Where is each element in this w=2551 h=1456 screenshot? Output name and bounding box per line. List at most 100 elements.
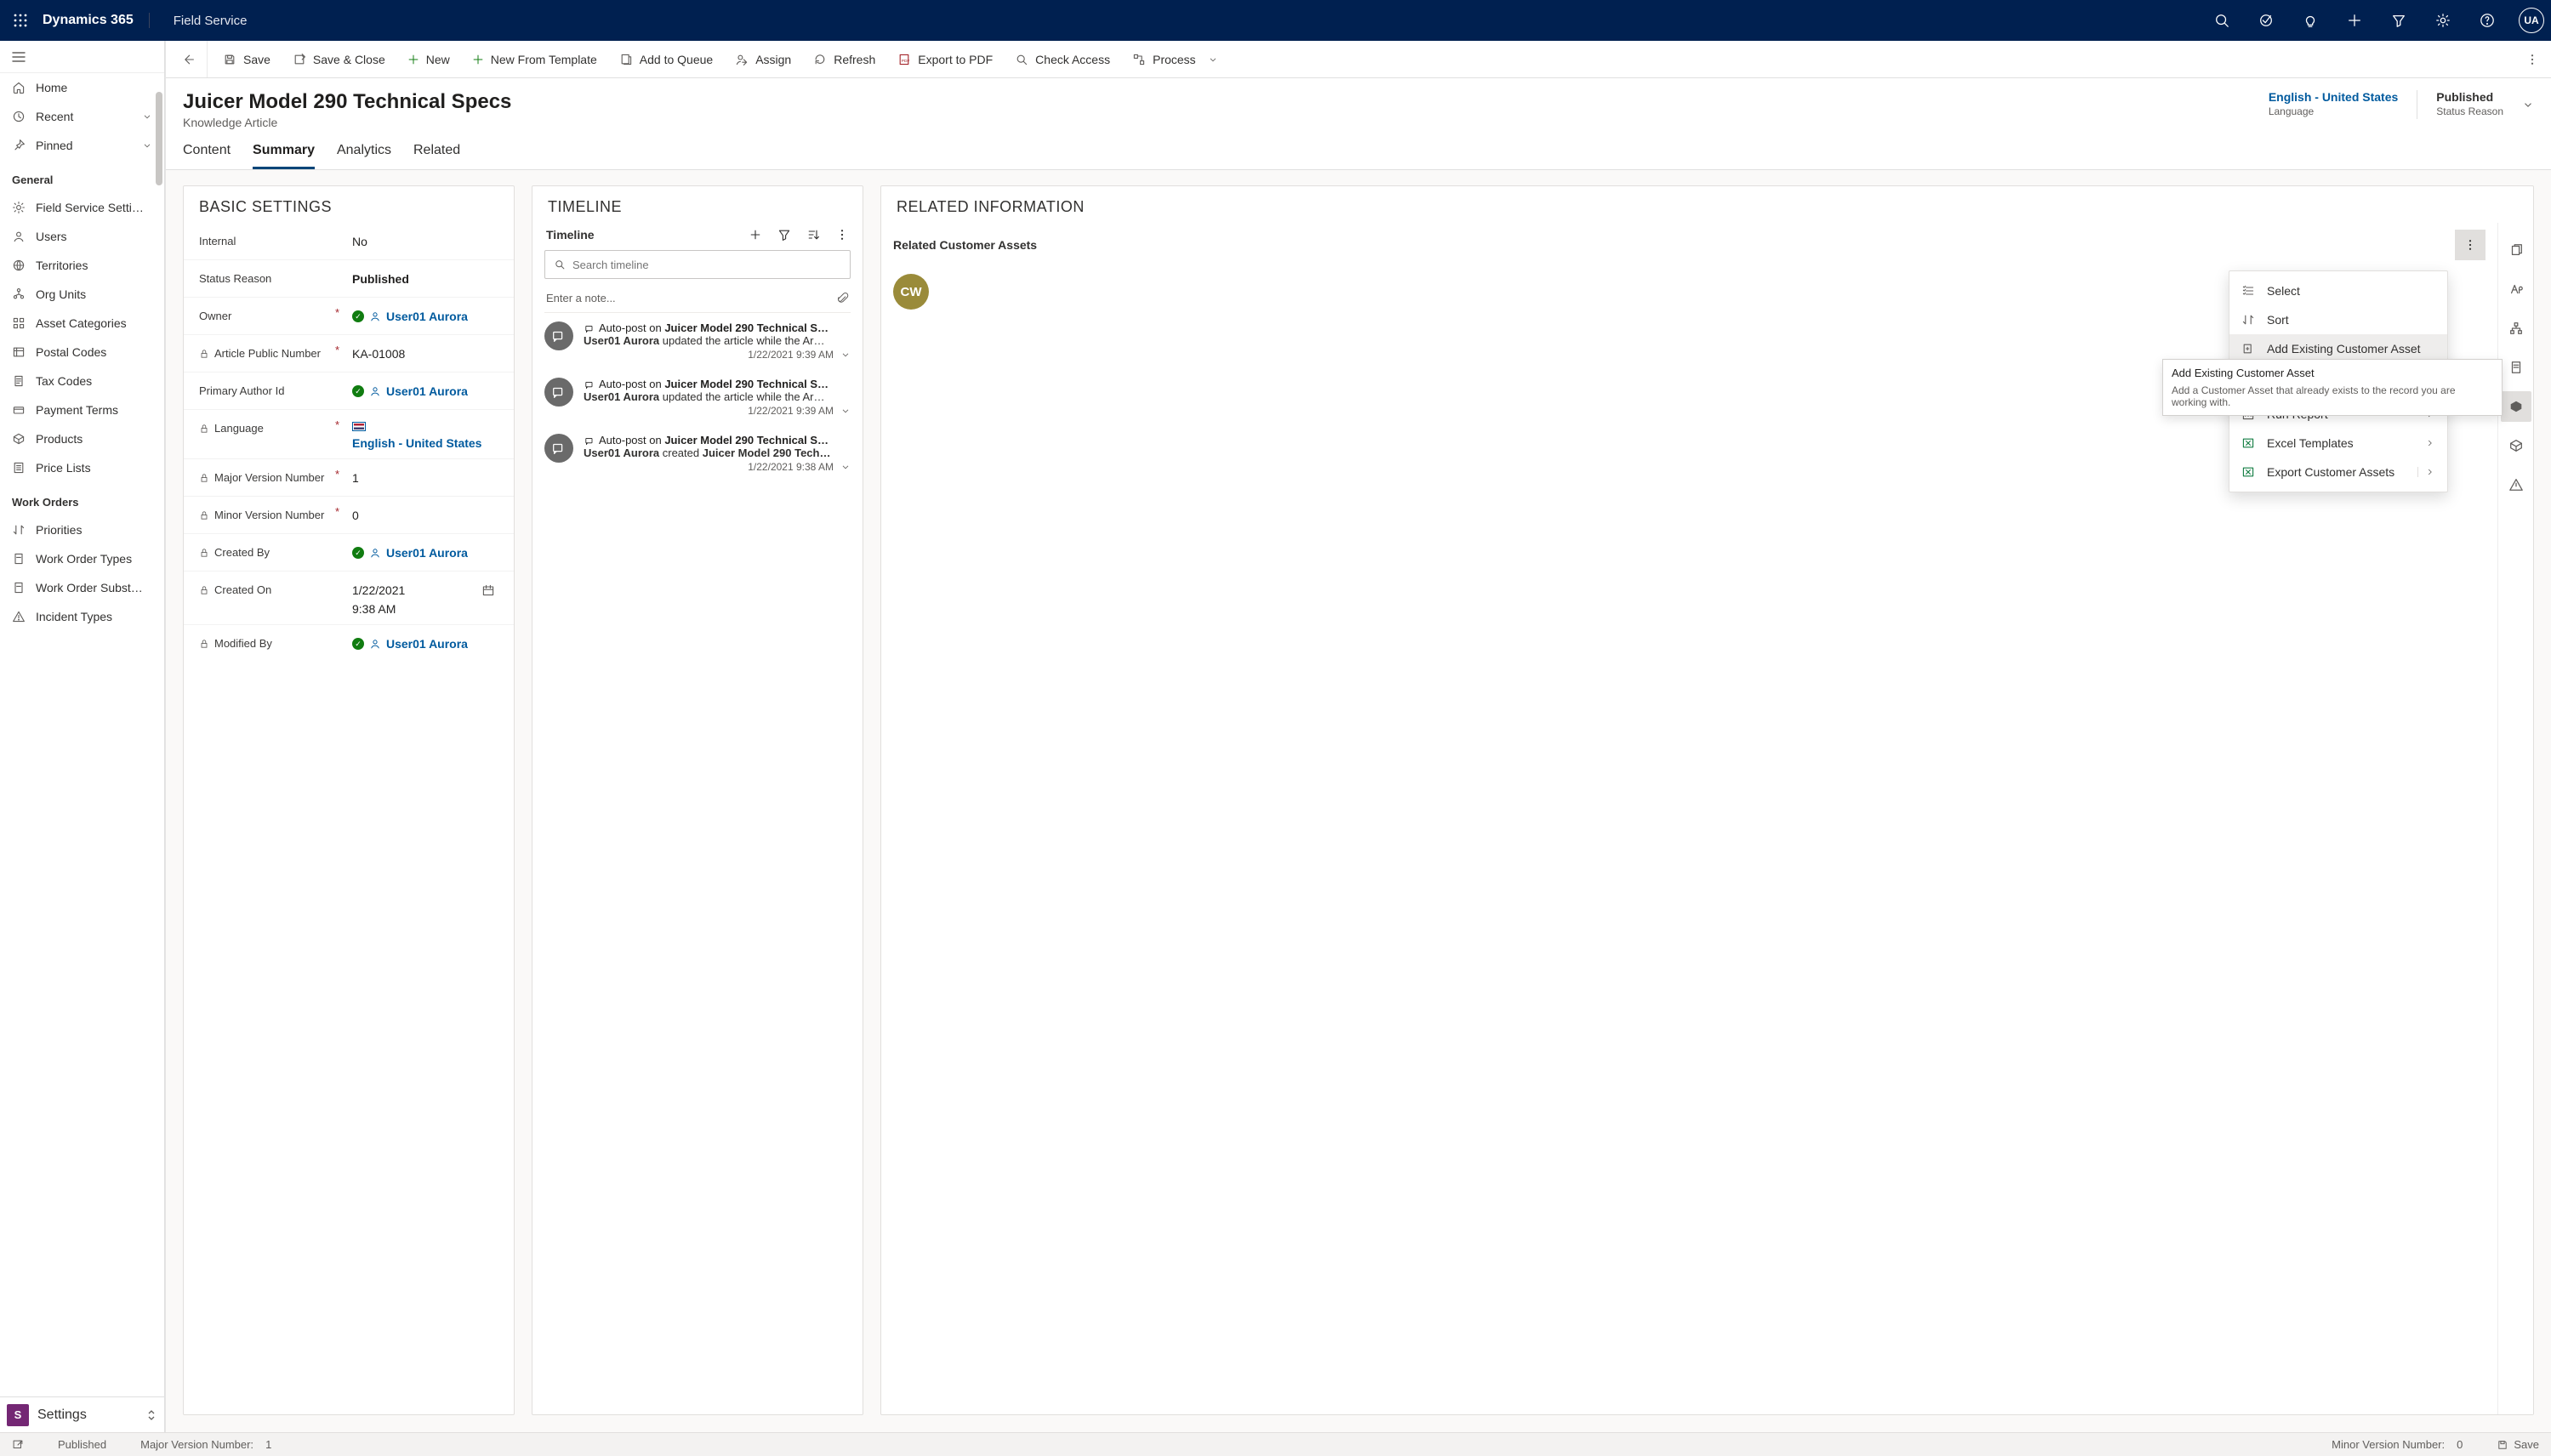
tab-analytics[interactable]: Analytics [337,143,391,169]
field-primary-author[interactable]: Primary Author Id ✓User01 Aurora [184,373,514,410]
timeline-search-input[interactable] [572,259,841,271]
field-article-number[interactable]: Article Public Number * KA-01008 [184,335,514,373]
main-region: Save Save & Close New New From Template … [165,41,2551,1432]
nav-asset-categories[interactable]: Asset Categories [0,309,164,338]
plus-icon[interactable] [2337,3,2372,38]
gear-icon[interactable] [2425,3,2461,38]
nav-price-lists[interactable]: Price Lists [0,453,164,482]
timeline-item[interactable]: Auto-post on Juicer Model 290 Technical … [532,369,863,425]
save-close-button[interactable]: Save & Close [282,43,396,77]
header-expand-button[interactable] [2522,99,2534,111]
nav-pinned[interactable]: Pinned [0,131,164,160]
field-language[interactable]: Language * English - United States [184,410,514,459]
rail-cube-filled-button[interactable] [2501,391,2531,422]
timeline-item[interactable]: Auto-post on Juicer Model 290 Technical … [532,425,863,486]
timeline-more-button[interactable] [835,228,849,242]
nav-label: Work Order Types [36,552,132,566]
timeline-search[interactable] [544,250,851,279]
chevron-down-icon[interactable] [840,350,851,360]
menu-sort[interactable]: Sort [2229,305,2447,334]
calendar-icon[interactable] [481,583,495,597]
timeline-note[interactable]: Enter a note... [544,284,851,313]
nav-area-switcher[interactable]: S Settings [0,1396,164,1432]
timeline-sort-button[interactable] [806,228,820,242]
nav-field-service-settings[interactable]: Field Service Setti… [0,193,164,222]
rail-copy-button[interactable] [2501,235,2531,265]
menu-select[interactable]: Select [2229,276,2447,305]
field-created-by[interactable]: Created By ✓User01 Aurora [184,534,514,572]
filter-icon[interactable] [2381,3,2417,38]
field-label: Created By [214,546,270,559]
export-pdf-button[interactable]: PDFExport to PDF [887,43,1003,77]
chevron-down-icon[interactable] [840,406,851,416]
rail-cube-outline-button[interactable] [2501,430,2531,461]
search-icon[interactable] [2204,3,2240,38]
timeline-filter-button[interactable] [777,228,791,242]
chevron-right-icon [2425,438,2435,448]
assign-button[interactable]: Assign [725,43,801,77]
field-status-reason[interactable]: Status Reason Published [184,260,514,298]
field-value[interactable]: User01 Aurora [386,384,468,398]
statusbar-save-button[interactable]: Save [2497,1438,2539,1451]
field-value[interactable]: User01 Aurora [386,546,468,560]
tab-content[interactable]: Content [183,143,231,169]
field-modified-by[interactable]: Modified By ✓User01 Aurora [184,625,514,663]
nav-org-units[interactable]: Org Units [0,280,164,309]
nav-work-order-subst[interactable]: Work Order Subst… [0,573,164,602]
menu-export-assets[interactable]: Export Customer Assets [2229,458,2447,486]
nav-recent[interactable]: Recent [0,102,164,131]
new-template-button[interactable]: New From Template [462,43,607,77]
add-queue-button[interactable]: Add to Queue [609,43,723,77]
back-button[interactable] [169,41,208,77]
chevron-down-icon[interactable] [840,462,851,472]
timeline-add-button[interactable] [749,228,762,242]
rail-alert-button[interactable] [2501,469,2531,500]
nav-products[interactable]: Products [0,424,164,453]
tab-summary[interactable]: Summary [253,143,315,169]
field-label: Status Reason [199,272,271,285]
rail-hierarchy-button[interactable] [2501,313,2531,344]
nav-incident-types[interactable]: Incident Types [0,602,164,631]
nav-payment-terms[interactable]: Payment Terms [0,395,164,424]
nav-work-order-types[interactable]: Work Order Types [0,544,164,573]
check-access-button[interactable]: Check Access [1005,43,1120,77]
field-value[interactable]: User01 Aurora [386,637,468,651]
nav-home[interactable]: Home [0,73,164,102]
rail-doc-button[interactable] [2501,352,2531,383]
task-check-icon[interactable] [2248,3,2284,38]
menu-excel-templates[interactable]: Excel Templates [2229,429,2447,458]
field-owner[interactable]: Owner * ✓User01 Aurora [184,298,514,335]
related-more-button[interactable] [2455,230,2486,260]
attach-button[interactable] [837,292,849,305]
field-minor-version[interactable]: Minor Version Number * 0 [184,497,514,534]
field-created-on[interactable]: Created On 1/22/2021 9:38 AM [184,572,514,625]
more-commands-button[interactable] [2517,43,2548,77]
user-avatar[interactable]: UA [2519,8,2544,33]
product-name: Dynamics 365 [43,13,150,28]
tab-related[interactable]: Related [413,143,460,169]
process-button[interactable]: Process [1122,43,1228,77]
nav-priorities[interactable]: Priorities [0,515,164,544]
nav-users[interactable]: Users [0,222,164,251]
header-language[interactable]: English - United States Language [2269,90,2398,119]
app-launcher-icon[interactable] [7,7,34,34]
nav-tax-codes[interactable]: Tax Codes [0,367,164,395]
new-button[interactable]: New [397,43,460,77]
field-major-version[interactable]: Major Version Number * 1 [184,459,514,497]
rail-text-button[interactable] [2501,274,2531,304]
refresh-button[interactable]: Refresh [803,43,885,77]
help-icon[interactable] [2469,3,2505,38]
nav-territories[interactable]: Territories [0,251,164,280]
popout-button[interactable] [12,1439,24,1451]
svg-text:PDF: PDF [902,59,910,64]
hamburger-icon[interactable] [0,41,164,73]
field-internal[interactable]: Internal No [184,223,514,260]
field-label: Article Public Number [214,347,321,360]
site-nav: Home Recent Pinned General Field Service… [0,41,165,1432]
timeline-item[interactable]: Auto-post on Juicer Model 290 Technical … [532,313,863,369]
save-button[interactable]: Save [213,43,281,77]
field-value[interactable]: User01 Aurora [386,310,468,323]
field-value[interactable]: English - United States [352,436,481,450]
lightbulb-icon[interactable] [2292,3,2328,38]
nav-postal-codes[interactable]: Postal Codes [0,338,164,367]
